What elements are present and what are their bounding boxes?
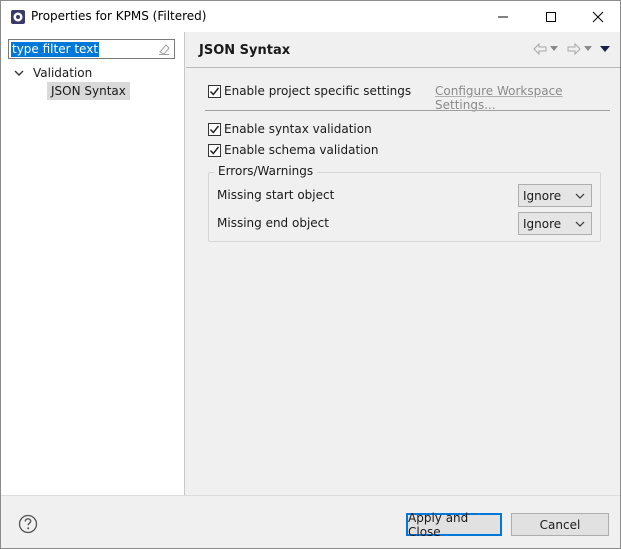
forward-arrow-icon[interactable]: [566, 42, 582, 56]
close-button[interactable]: [575, 1, 621, 32]
select-value: Ignore: [523, 216, 562, 231]
back-dropdown-icon[interactable]: [550, 46, 558, 52]
missing-end-object-label: Missing end object: [217, 216, 329, 230]
maximize-button[interactable]: [528, 1, 574, 32]
minimize-button[interactable]: [480, 1, 526, 32]
view-menu-icon[interactable]: [600, 45, 610, 53]
apply-and-close-button[interactable]: Apply and Close: [406, 511, 502, 539]
tree-item-validation[interactable]: Validation: [13, 65, 92, 81]
select-value: Ignore: [523, 188, 562, 203]
filter-text-selection[interactable]: type filter text: [11, 42, 100, 57]
enable-syntax-validation-label: Enable syntax validation: [224, 122, 372, 136]
enable-schema-validation-label: Enable schema validation: [224, 143, 379, 157]
header-divider: [186, 67, 620, 68]
dialog-button-bar: Apply and Close Cancel: [1, 495, 620, 548]
chevron-down-icon[interactable]: [13, 67, 25, 79]
properties-gear-icon: [10, 9, 26, 25]
navigation-toolbar: [532, 42, 610, 56]
help-icon[interactable]: [18, 514, 38, 534]
enable-syntax-validation-row[interactable]: Enable syntax validation: [208, 122, 372, 136]
back-arrow-icon[interactable]: [532, 42, 548, 56]
configure-workspace-settings-link[interactable]: Configure Workspace Settings...: [435, 84, 620, 112]
chevron-down-icon: [573, 189, 587, 203]
page-title: JSON Syntax: [199, 43, 291, 58]
cancel-button[interactable]: Cancel: [511, 513, 609, 536]
tree-item-label: Validation: [33, 66, 93, 80]
enable-schema-validation-checkbox[interactable]: [208, 143, 221, 157]
forward-dropdown-icon[interactable]: [584, 46, 592, 52]
enable-project-settings-row[interactable]: Enable project specific settings: [208, 84, 411, 98]
enable-syntax-validation-checkbox[interactable]: [208, 122, 221, 136]
tree-item-json-syntax[interactable]: JSON Syntax: [47, 82, 130, 100]
clear-eraser-icon[interactable]: [157, 42, 171, 56]
window-title: Properties for KPMS (Filtered): [31, 9, 207, 23]
missing-start-object-select[interactable]: Ignore: [518, 184, 592, 207]
enable-project-settings-label: Enable project specific settings: [224, 84, 412, 98]
title-bar: Properties for KPMS (Filtered): [1, 1, 620, 32]
missing-end-object-select[interactable]: Ignore: [518, 212, 592, 235]
page-header: JSON Syntax: [186, 32, 620, 68]
navigation-panel: type filter text Validation JSON Syntax: [1, 32, 185, 495]
page-panel: JSON Syntax Enable project specific sett…: [186, 32, 620, 495]
enable-project-settings-checkbox[interactable]: [208, 84, 221, 98]
chevron-down-icon: [573, 217, 587, 231]
filter-input[interactable]: type filter text: [8, 39, 175, 59]
enable-schema-validation-row[interactable]: Enable schema validation: [208, 143, 378, 157]
properties-dialog: Properties for KPMS (Filtered) type filt…: [0, 0, 621, 549]
settings-divider: [205, 110, 610, 111]
missing-start-object-label: Missing start object: [217, 188, 335, 202]
errors-warnings-group-label: Errors/Warnings: [214, 164, 318, 178]
